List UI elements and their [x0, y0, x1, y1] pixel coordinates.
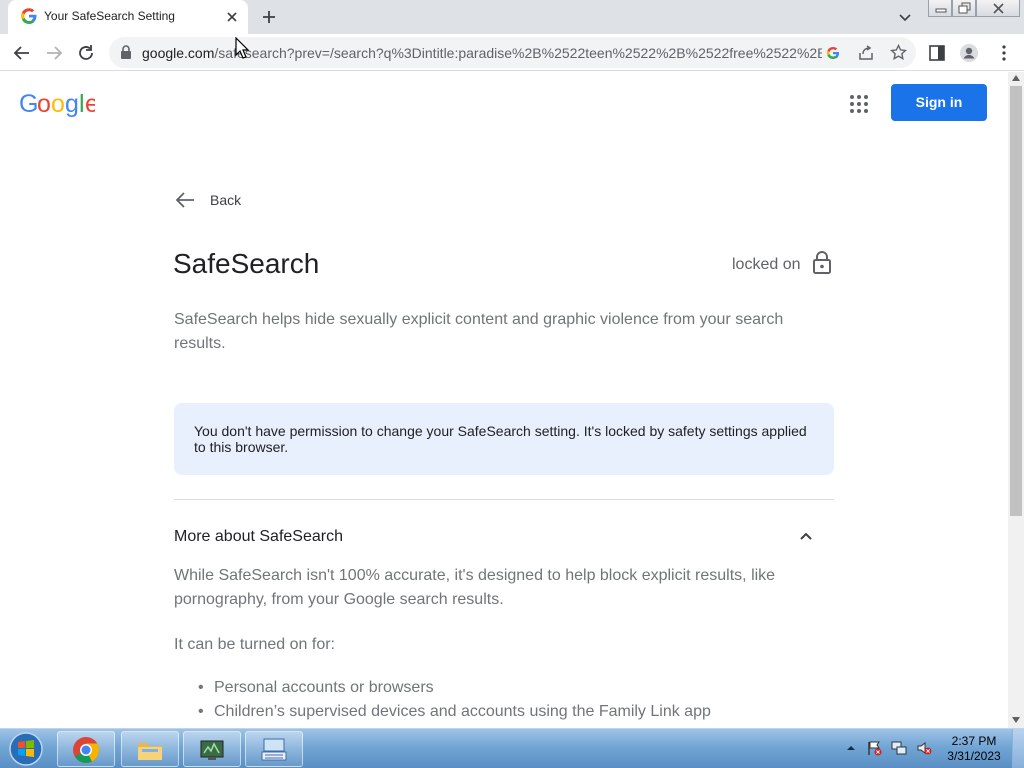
google-lens-icon[interactable]: [825, 45, 841, 61]
clock-date: 3/31/2023: [947, 749, 1001, 763]
page-title: SafeSearch: [173, 248, 320, 279]
chrome-icon: [73, 737, 100, 763]
lock-icon: [813, 251, 831, 274]
taskbar-clock[interactable]: 2:37 PM 3/31/2023: [940, 734, 1008, 764]
google-favicon-icon: [21, 8, 37, 24]
minimize-button[interactable]: [928, 0, 952, 17]
bookmark-star-icon[interactable]: [890, 44, 907, 61]
list-item: Personal accounts or browsers: [198, 676, 711, 700]
more-about-heading: More about SafeSearch: [174, 528, 343, 545]
permission-notice: You don't have permission to change your…: [174, 403, 834, 475]
bullet-list: Personal accounts or browsers Children’s…: [198, 676, 711, 724]
page-content: G o o g l e Sign in Back SafeSearch lock…: [0, 72, 1008, 728]
notice-text: You don't have permission to change your…: [194, 423, 807, 455]
scroll-thumb[interactable]: [1010, 86, 1022, 516]
divider: [174, 499, 834, 500]
volume-muted-icon[interactable]: [916, 740, 932, 756]
taskbar-chrome-button[interactable]: [57, 731, 115, 767]
show-desktop-button[interactable]: [1012, 729, 1024, 768]
google-logo[interactable]: G o o g l e: [19, 90, 99, 118]
start-button-icon[interactable]: [6, 731, 46, 767]
restore-button[interactable]: [952, 0, 976, 17]
restore-icon: [958, 2, 971, 14]
on-screen-keyboard-icon: [261, 738, 287, 761]
taskbar-explorer-button[interactable]: [121, 731, 179, 767]
folder-icon: [138, 743, 162, 760]
new-tab-icon[interactable]: [259, 7, 279, 27]
share-icon[interactable]: [858, 45, 874, 61]
google-logo-icon: G o o g l e: [19, 90, 99, 118]
list-item: Children’s supervised devices and accoun…: [198, 700, 711, 724]
tab-title: Your SafeSearch Setting: [44, 9, 175, 23]
back-label: Back: [210, 192, 242, 208]
close-icon: [993, 3, 1004, 14]
action-center-flag-icon[interactable]: [866, 740, 882, 756]
profile-avatar-icon[interactable]: [959, 43, 979, 63]
taskbar: 2:37 PM 3/31/2023: [0, 728, 1024, 768]
svg-text:g: g: [65, 90, 78, 118]
scroll-up-icon[interactable]: [1012, 75, 1020, 81]
screen: Your SafeSearch Setting google.com/safes…: [0, 0, 1024, 768]
turned-on-for-label: It can be turned on for:: [174, 636, 335, 653]
more-about-body: While SafeSearch isn't 100% accurate, it…: [174, 567, 776, 608]
chevron-down-icon[interactable]: [896, 8, 914, 26]
vertical-scrollbar[interactable]: [1008, 72, 1024, 728]
url-host: google.com: [142, 45, 215, 61]
svg-text:l: l: [79, 90, 84, 118]
svg-text:G: G: [19, 90, 38, 118]
url-path: /safesearch?prev=/search?q%3Dintitle:par…: [214, 45, 822, 61]
lock-icon[interactable]: [120, 45, 132, 59]
clock-time: 2:37 PM: [951, 734, 997, 748]
tab-strip: Your SafeSearch Setting: [0, 0, 1024, 34]
close-window-button[interactable]: [976, 0, 1020, 17]
svg-text:o: o: [37, 90, 50, 118]
svg-text:e: e: [85, 90, 95, 118]
scroll-down-icon[interactable]: [1012, 717, 1020, 723]
forward-arrow-icon[interactable]: [44, 43, 64, 63]
reload-icon[interactable]: [76, 43, 96, 63]
monitor-icon: [200, 740, 224, 760]
taskbar-keyboard-button[interactable]: [245, 731, 303, 767]
close-tab-icon[interactable]: [223, 8, 241, 26]
network-icon[interactable]: [891, 740, 907, 756]
more-menu-icon[interactable]: [994, 43, 1014, 63]
mouse-cursor-icon: [235, 37, 249, 59]
back-arrow-icon: [175, 192, 194, 208]
google-apps-icon[interactable]: [849, 94, 869, 114]
minimize-icon: [935, 8, 947, 13]
chevron-up-icon[interactable]: [796, 526, 816, 546]
address-bar[interactable]: google.com/safesearch?prev=/search?q%3Di…: [109, 37, 916, 68]
back-arrow-icon[interactable]: [12, 43, 32, 63]
browser-toolbar: google.com/safesearch?prev=/search?q%3Di…: [0, 34, 1024, 71]
description: SafeSearch helps hide sexually explicit …: [174, 311, 784, 352]
taskbar-app-button[interactable]: [183, 731, 241, 767]
tab-safesearch[interactable]: Your SafeSearch Setting: [8, 0, 248, 34]
side-panel-icon[interactable]: [927, 43, 947, 63]
sign-in-button[interactable]: Sign in: [891, 84, 987, 121]
svg-text:o: o: [51, 90, 64, 118]
status-label: locked on: [732, 256, 801, 273]
more-about-toggle[interactable]: More about SafeSearch: [174, 526, 834, 550]
show-hidden-icons-icon[interactable]: [846, 743, 856, 753]
